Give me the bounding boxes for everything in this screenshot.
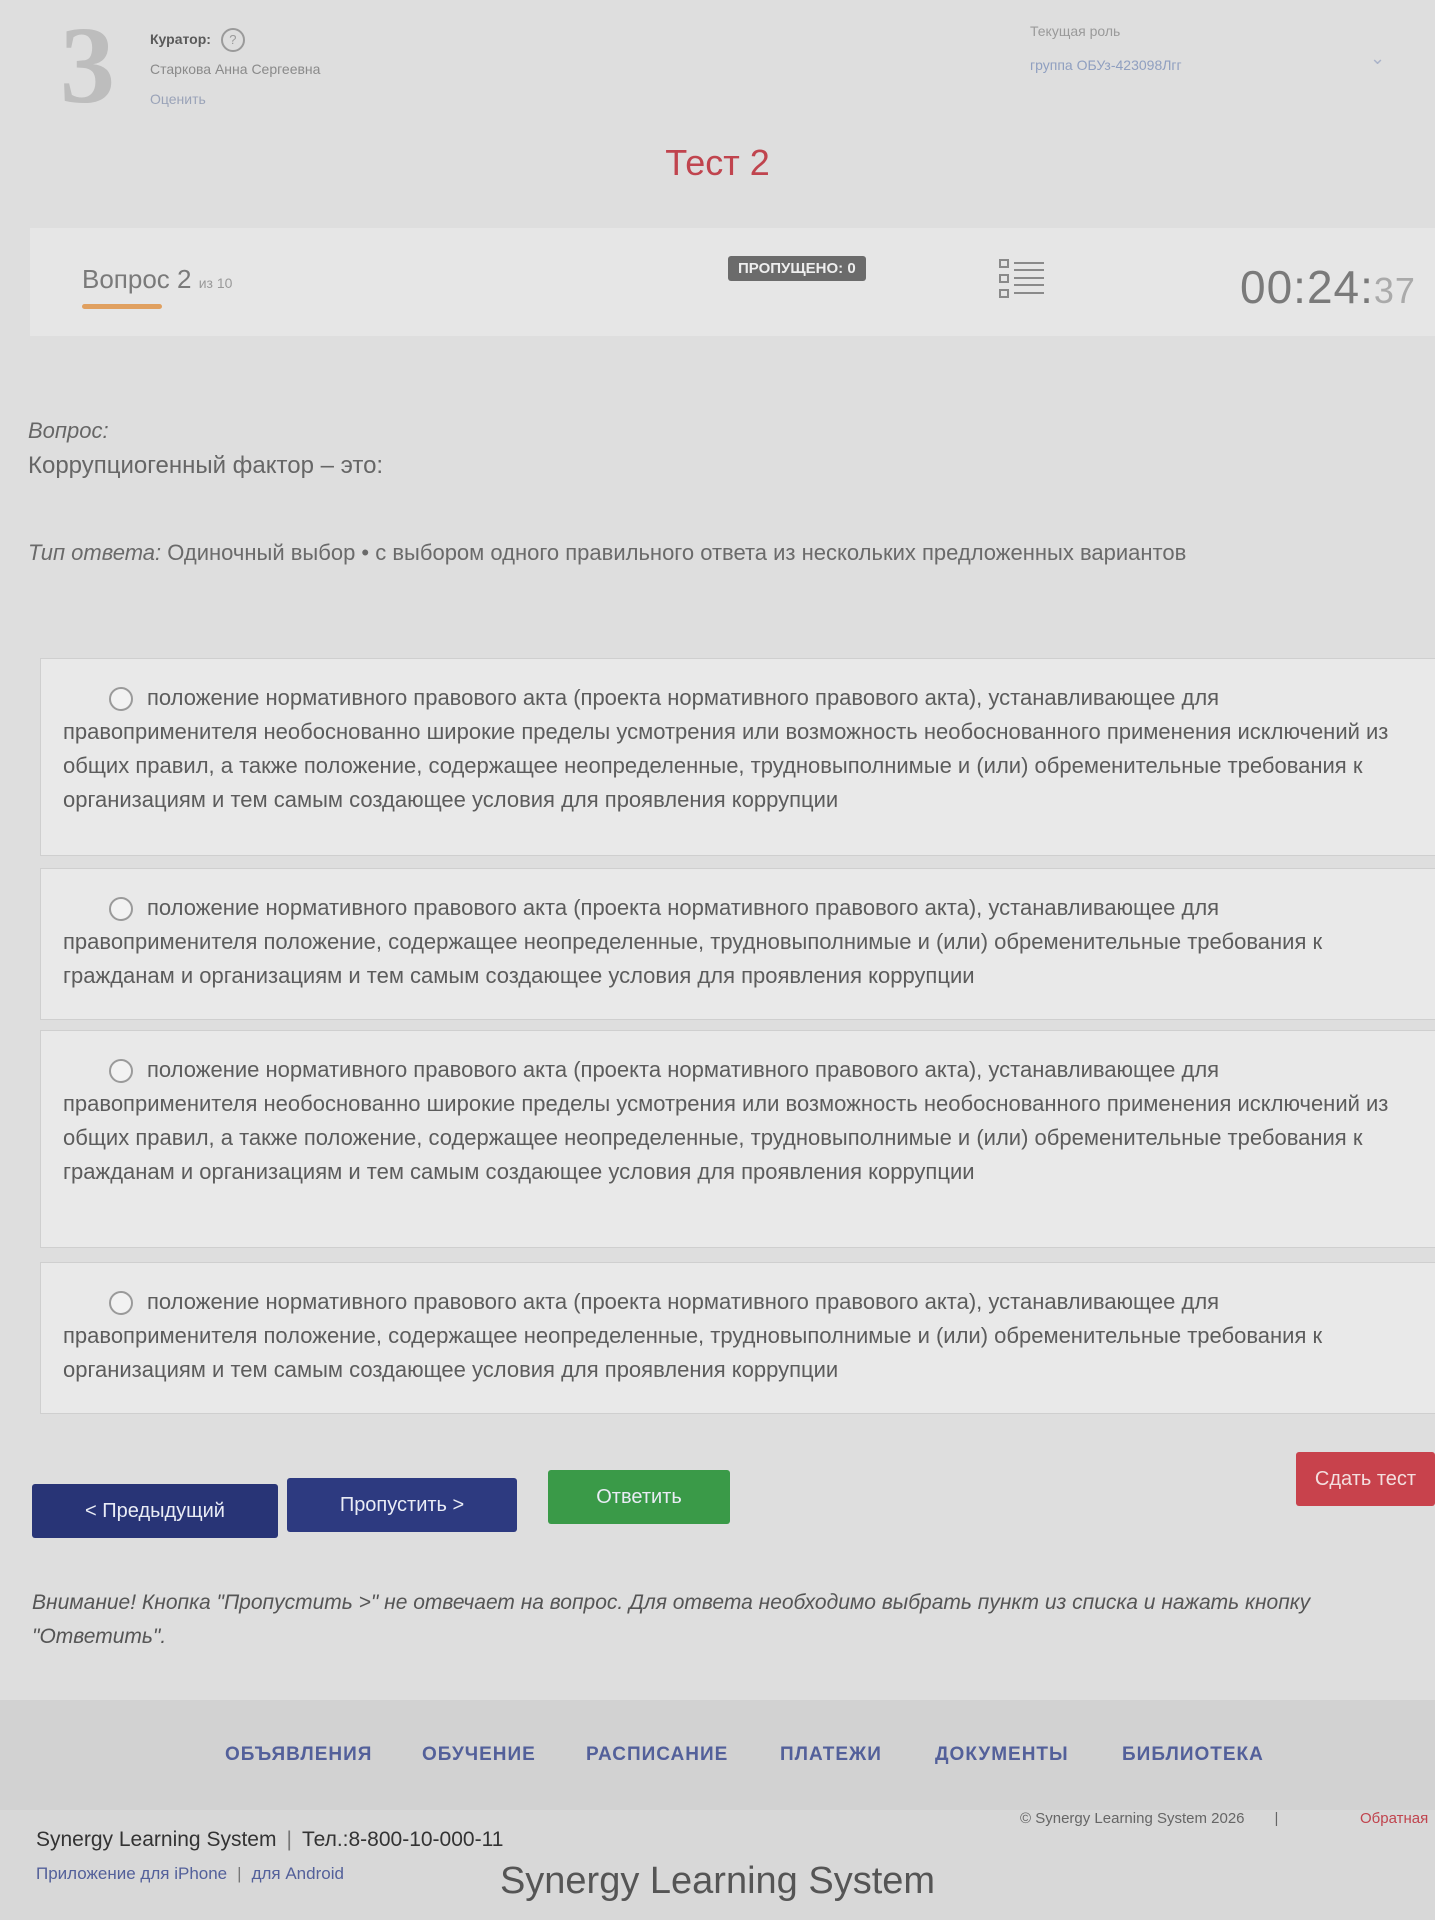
radio-button[interactable] — [109, 687, 133, 712]
copyright-text: © Synergy Learning System 2026 — [1020, 1810, 1245, 1827]
answer-option-3[interactable]: положение нормативного правового акта (п… — [40, 1030, 1435, 1248]
footer-phone: Тел.:8-800-10-000-11 — [301, 1828, 504, 1851]
role-block: Текущая роль группа ОБУз-423098Лгг — [1030, 14, 1182, 82]
curator-avatar: 3 — [60, 4, 115, 126]
question-circle-icon[interactable]: ? — [220, 28, 245, 53]
answer-option-text: положение нормативного правового акта (п… — [63, 685, 1389, 812]
curator-name: Старкова Анна Сергеевна — [150, 61, 321, 77]
answer-button[interactable]: Ответить — [548, 1470, 730, 1524]
skipped-badge: ПРОПУЩЕНО: 0 — [728, 256, 866, 281]
question-list-icon[interactable] — [998, 256, 1048, 304]
footer-brand-line: Synergy Learning System | Тел.:8-800-10-00… — [36, 1828, 504, 1851]
answer-type-label: Тип ответа: — [28, 540, 162, 565]
curator-block: Куратор: ? Старкова Анна Сергеевна Оцени… — [150, 24, 320, 114]
skip-button[interactable]: Пропустить > — [287, 1478, 517, 1532]
nav-schedule[interactable]: РАСПИСАНИЕ — [586, 1744, 728, 1766]
answer-option-4[interactable]: положение нормативного правового акта (п… — [40, 1262, 1435, 1414]
answer-type: Тип ответа: Одиночный выбор • с выбором … — [28, 540, 1428, 566]
answer-option-1[interactable]: положение нормативного правового акта (п… — [40, 658, 1435, 856]
question-bar: Вопрос 2 из 10 ПРОПУЩЕНО: 0 00:24:37 — [30, 228, 1435, 336]
radio-button[interactable] — [109, 897, 133, 922]
nav-announcements[interactable]: ОБЪЯВЛЕНИЯ — [225, 1744, 372, 1766]
answer-option-text: положение нормативного правового акта (п… — [63, 1289, 1323, 1382]
question-of: из 10 — [198, 275, 233, 291]
timer-seconds: 37 — [1373, 270, 1416, 311]
nav-learning[interactable]: ОБУЧЕНИЕ — [422, 1744, 536, 1766]
curator-label: Куратор: — [150, 31, 211, 47]
answer-option-text: положение нормативного правового акта (п… — [63, 1057, 1389, 1184]
chevron-down-icon[interactable]: ⌄ — [1370, 48, 1385, 69]
nav-payments[interactable]: ПЛАТЕЖИ — [780, 1744, 882, 1766]
answer-type-value: Одиночный выбор • с выбором одного прави… — [167, 540, 1187, 565]
page: 3 Куратор: ? Старкова Анна Сергеевна Оце… — [0, 0, 1435, 1920]
footer-brand: Synergy Learning System — [36, 1828, 277, 1851]
nav-library[interactable]: БИБЛИОТЕКА — [1122, 1744, 1264, 1766]
answer-option-2[interactable]: положение нормативного правового акта (п… — [40, 868, 1435, 1020]
question-label: Вопрос 2 — [82, 264, 192, 294]
question-heading: Вопрос: — [28, 418, 109, 443]
feedback-link[interactable]: Обратная — [1360, 1810, 1428, 1827]
footer-bottom: Synergy Learning System | Тел.:8-800-10-00… — [0, 1810, 1435, 1920]
footer-nav: ОБЪЯВЛЕНИЯ ОБУЧЕНИЕ РАСПИСАНИЕ ПЛАТЕЖИ Д… — [0, 1700, 1435, 1810]
copyright: © Synergy Learning System 2026 | — [1020, 1810, 1279, 1827]
warning-text: Внимание! Кнопка "Пропустить >" не отвеч… — [32, 1591, 1311, 1648]
previous-button[interactable]: < Предыдущий — [32, 1484, 278, 1538]
timer: 00:24:37 — [1240, 260, 1416, 314]
test-title: Тест 2 — [665, 142, 770, 183]
question-progress-underline — [82, 304, 162, 309]
radio-button[interactable] — [109, 1059, 133, 1084]
brand-large: Synergy Learning System — [499, 1860, 936, 1902]
question-text: Коррупциогенный фактор – это: — [28, 452, 384, 479]
answer-option-text: положение нормативного правового акта (п… — [63, 895, 1323, 988]
radio-button[interactable] — [109, 1291, 133, 1316]
rate-curator-link[interactable]: Оценить — [150, 84, 320, 114]
role-label: Текущая роль — [1030, 23, 1121, 39]
question-number: Вопрос 2 из 10 — [82, 264, 232, 295]
nav-documents[interactable]: ДОКУМЕНТЫ — [935, 1744, 1069, 1766]
submit-test-button[interactable]: Сдать тест — [1296, 1452, 1435, 1506]
timer-main: 00:24: — [1240, 261, 1374, 313]
role-select[interactable]: группа ОБУз-423098Лгг — [1030, 48, 1182, 82]
